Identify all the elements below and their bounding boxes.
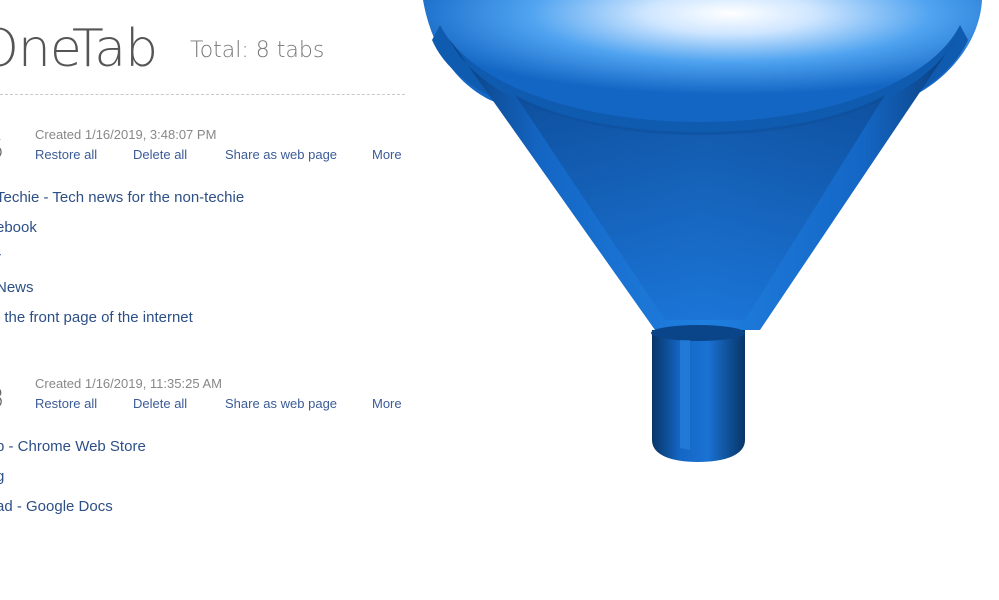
header-divider xyxy=(0,94,405,95)
tab-link[interactable]: b - Chrome Web Store xyxy=(0,432,146,462)
tab-link[interactable]: News xyxy=(0,273,244,303)
tab-list: Techie - Tech news for the non-techie eb… xyxy=(0,183,244,333)
total-tabs-count: Total: 8 tabs xyxy=(190,38,325,63)
more-button[interactable]: More xyxy=(372,396,402,411)
more-button[interactable]: More xyxy=(372,147,402,162)
tab-link[interactable]: r xyxy=(0,243,244,273)
share-as-web-page-button[interactable]: Share as web page xyxy=(225,396,337,411)
group-created-date: Created 1/16/2019, 3:48:07 PM xyxy=(35,127,217,142)
delete-all-button[interactable]: Delete all xyxy=(133,147,187,162)
tab-link[interactable]: g xyxy=(0,462,146,492)
tab-list: b - Chrome Web Store g ad - Google Docs xyxy=(0,432,146,522)
tab-link[interactable]: ad - Google Docs xyxy=(0,492,146,522)
onetab-header: OneTab Total: 8 tabs xyxy=(0,14,408,84)
group-created-date: Created 1/16/2019, 11:35:25 AM xyxy=(35,376,222,391)
share-as-web-page-button[interactable]: Share as web page xyxy=(225,147,337,162)
onetab-logo: OneTab xyxy=(0,19,158,79)
restore-all-button[interactable]: Restore all xyxy=(35,396,97,411)
tab-link[interactable]: Techie - Tech news for the non-techie xyxy=(0,183,244,213)
tab-link[interactable]: : the front page of the internet xyxy=(0,303,244,333)
delete-all-button[interactable]: Delete all xyxy=(133,396,187,411)
funnel-icon xyxy=(423,0,982,462)
group-tab-count: 3 xyxy=(0,384,5,414)
tab-link[interactable]: ebook xyxy=(0,213,244,243)
group-tab-count: 5 xyxy=(0,135,5,165)
restore-all-button[interactable]: Restore all xyxy=(35,147,97,162)
